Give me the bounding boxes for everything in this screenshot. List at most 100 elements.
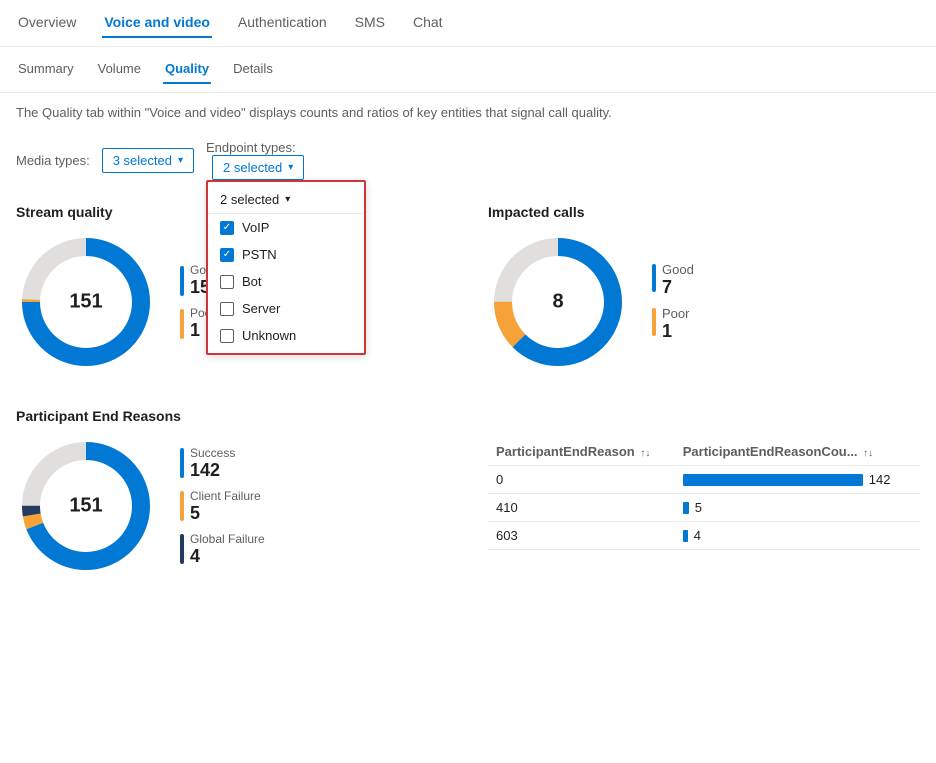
- filters-row: Media types: 3 selected ▾ Endpoint types…: [0, 132, 936, 188]
- endpoint-option-voip[interactable]: ✓ VoIP: [208, 214, 364, 241]
- global-failure-bar: [180, 534, 184, 564]
- count-bar: [683, 502, 689, 514]
- count-value: 4: [694, 528, 701, 543]
- impacted-calls-donut-area: 8 Good 7 Poor 1: [488, 232, 920, 372]
- endpoint-types-label: Endpoint types:: [206, 140, 296, 155]
- impacted-calls-section: Impacted calls 8 Good 7: [488, 204, 920, 372]
- endpoint-chevron-icon: ▾: [288, 162, 293, 173]
- top-nav: Overview Voice and video Authentication …: [0, 0, 936, 47]
- count-bar: [683, 530, 688, 542]
- nav-authentication[interactable]: Authentication: [236, 8, 329, 38]
- endpoint-option-bot[interactable]: Bot: [208, 268, 364, 295]
- table-row: 410 5: [488, 494, 920, 522]
- impacted-poor-label: Poor: [662, 306, 689, 321]
- participant-table-section: ParticipantEndReason ↑↓ ParticipantEndRe…: [488, 408, 920, 576]
- unknown-checkbox[interactable]: [220, 329, 234, 343]
- table-row: 0 142: [488, 466, 920, 494]
- impacted-calls-center: 8: [552, 291, 563, 314]
- tab-details[interactable]: Details: [231, 55, 275, 84]
- sub-nav: Summary Volume Quality Details: [0, 47, 936, 93]
- reason-cell: 603: [488, 522, 675, 550]
- count-cell: 5: [675, 494, 920, 522]
- endpoint-option-pstn[interactable]: ✓ PSTN: [208, 241, 364, 268]
- nav-sms[interactable]: SMS: [353, 8, 387, 38]
- impacted-good-legend: Good 7: [652, 262, 694, 298]
- bar-container: 142: [683, 472, 912, 487]
- stream-poor-bar: [180, 309, 184, 339]
- global-failure-legend: Global Failure 4: [180, 532, 265, 567]
- client-failure-label: Client Failure: [190, 489, 261, 503]
- main-charts: Stream quality 151 Good 150: [0, 188, 936, 388]
- reason-cell: 0: [488, 466, 675, 494]
- server-label: Server: [242, 301, 280, 316]
- client-failure-legend: Client Failure 5: [180, 489, 265, 524]
- participant-end-reasons-title: Participant End Reasons: [16, 408, 448, 424]
- success-bar: [180, 448, 184, 478]
- client-failure-bar: [180, 491, 184, 521]
- sort-icon-reason[interactable]: ↑↓: [640, 448, 650, 459]
- nav-voice-video[interactable]: Voice and video: [102, 8, 212, 38]
- participant-legend: Success 142 Client Failure 5 Global Fail…: [180, 446, 265, 567]
- reason-cell: 410: [488, 494, 675, 522]
- impacted-good-label: Good: [662, 262, 694, 277]
- endpoint-types-button[interactable]: 2 selected ▾: [212, 155, 304, 180]
- client-failure-value: 5: [190, 503, 261, 524]
- stream-good-bar: [180, 266, 184, 296]
- global-failure-value: 4: [190, 546, 265, 567]
- success-legend: Success 142: [180, 446, 265, 481]
- bot-checkbox[interactable]: [220, 275, 234, 289]
- dropdown-header: 2 selected ▾: [208, 186, 364, 214]
- endpoint-dropdown: 2 selected ▾ ✓ VoIP ✓ PSTN Bot Server U: [206, 180, 366, 355]
- impacted-poor-bar: [652, 308, 656, 336]
- voip-checkbox[interactable]: ✓: [220, 221, 234, 235]
- tab-volume[interactable]: Volume: [96, 55, 143, 84]
- bar-container: 5: [683, 500, 912, 515]
- impacted-good-bar: [652, 264, 656, 292]
- server-checkbox[interactable]: [220, 302, 234, 316]
- page-description: The Quality tab within "Voice and video"…: [0, 93, 936, 132]
- impacted-calls-donut: 8: [488, 232, 628, 372]
- participant-end-reasons-section: Participant End Reasons 151: [16, 408, 448, 576]
- col-header-count[interactable]: ParticipantEndReasonCou... ↑↓: [675, 438, 920, 466]
- stream-quality-donut: 151: [16, 232, 156, 372]
- unknown-label: Unknown: [242, 328, 296, 343]
- participant-donut: 151: [16, 436, 156, 576]
- count-cell: 4: [675, 522, 920, 550]
- nav-overview[interactable]: Overview: [16, 8, 78, 38]
- tab-summary[interactable]: Summary: [16, 55, 76, 84]
- stream-quality-center: 151: [69, 291, 102, 314]
- tab-quality[interactable]: Quality: [163, 55, 211, 84]
- impacted-poor-value: 1: [662, 321, 689, 342]
- pstn-checkbox[interactable]: ✓: [220, 248, 234, 262]
- endpoint-types-value: 2 selected: [223, 160, 282, 175]
- endpoint-option-unknown[interactable]: Unknown: [208, 322, 364, 349]
- global-failure-label: Global Failure: [190, 532, 265, 546]
- nav-chat[interactable]: Chat: [411, 8, 445, 38]
- impacted-good-value: 7: [662, 277, 694, 298]
- endpoint-types-wrapper: Endpoint types: 2 selected ▾ 2 selected …: [206, 140, 304, 180]
- sort-icon-count[interactable]: ↑↓: [863, 448, 873, 459]
- media-types-button[interactable]: 3 selected ▾: [102, 148, 194, 173]
- dropdown-chevron-icon: ▾: [285, 194, 290, 205]
- participant-donut-area: 151 Success 142 Client Failure 5: [16, 436, 448, 576]
- bar-container: 4: [683, 528, 912, 543]
- count-value: 142: [869, 472, 891, 487]
- count-cell: 142: [675, 466, 920, 494]
- voip-label: VoIP: [242, 220, 269, 235]
- media-types-value: 3 selected: [113, 153, 172, 168]
- impacted-calls-title: Impacted calls: [488, 204, 920, 220]
- col-header-reason[interactable]: ParticipantEndReason ↑↓: [488, 438, 675, 466]
- dropdown-header-value: 2 selected: [220, 192, 279, 207]
- success-value: 142: [190, 460, 235, 481]
- media-types-label: Media types:: [16, 153, 90, 168]
- impacted-poor-legend: Poor 1: [652, 306, 694, 342]
- participant-donut-center: 151: [69, 495, 102, 518]
- media-types-chevron-icon: ▾: [178, 155, 183, 166]
- pstn-label: PSTN: [242, 247, 277, 262]
- table-row: 603 4: [488, 522, 920, 550]
- impacted-calls-legend: Good 7 Poor 1: [652, 262, 694, 342]
- endpoint-option-server[interactable]: Server: [208, 295, 364, 322]
- count-bar: [683, 474, 863, 486]
- bot-label: Bot: [242, 274, 262, 289]
- success-label: Success: [190, 446, 235, 460]
